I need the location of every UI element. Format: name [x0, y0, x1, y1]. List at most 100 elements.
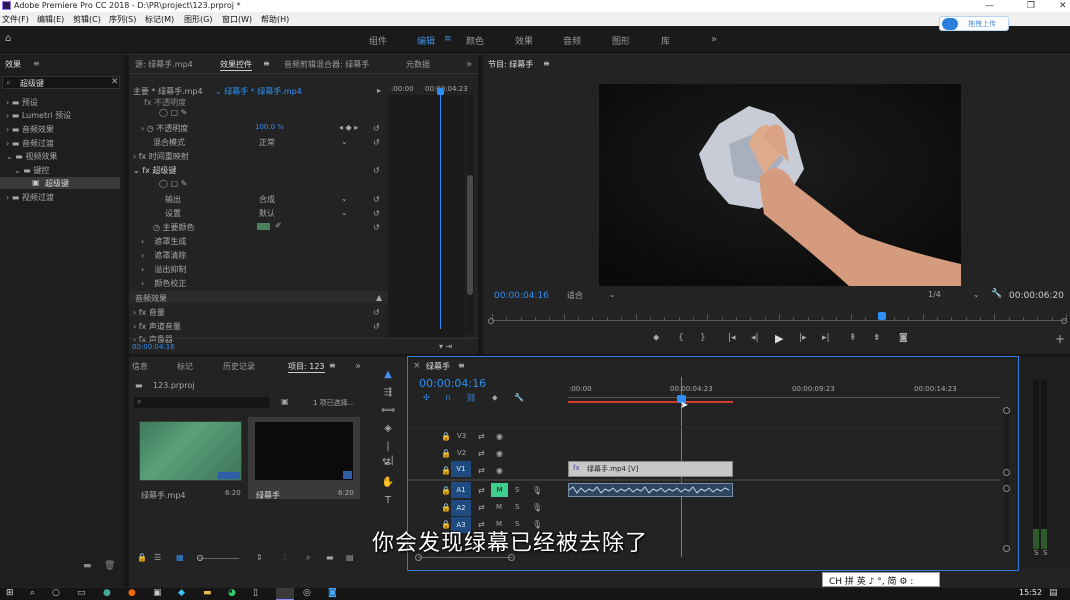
- more-tabs-icon[interactable]: »: [466, 59, 472, 70]
- tab-project[interactable]: 项目: 123: [288, 361, 325, 373]
- linked-selection-icon[interactable]: ⛓: [466, 393, 476, 402]
- reset-icon[interactable]: ↺: [373, 138, 380, 147]
- go-to-in-icon[interactable]: |◂: [728, 333, 736, 343]
- blend-mode-select[interactable]: 正常 ⌄: [259, 137, 349, 148]
- lock-icon[interactable]: 🔒: [137, 553, 147, 562]
- workspace-editing[interactable]: 编辑: [417, 34, 435, 47]
- play-only-icon[interactable]: ▸: [377, 86, 381, 95]
- reset-icon[interactable]: ↺: [373, 322, 380, 331]
- find-icon[interactable]: ⌕: [306, 553, 310, 563]
- sync-lock-icon[interactable]: ⇄: [478, 503, 485, 512]
- automate-icon[interactable]: ⫶: [284, 553, 286, 563]
- restore-icon[interactable]: ❐: [1027, 0, 1035, 12]
- scrub-start-handle[interactable]: [488, 318, 494, 324]
- mark-in-icon[interactable]: {: [678, 333, 684, 343]
- close-icon[interactable]: ✕: [1059, 0, 1067, 12]
- tree-ultra-key-selected[interactable]: ▣ 超级键: [0, 177, 120, 189]
- track-select-icon[interactable]: ⇶: [381, 386, 395, 400]
- video-clip[interactable]: fx 绿幕手.mp4 [V]: [568, 461, 733, 477]
- cortana-icon[interactable]: ○: [52, 588, 60, 598]
- ec-color-correct[interactable]: › 颜色校正: [141, 278, 186, 289]
- reset-icon[interactable]: ↺: [373, 195, 380, 204]
- ellipse-mask-icon[interactable]: ◯ ▢ ✎: [159, 108, 187, 117]
- zoom-slider-handle[interactable]: [197, 555, 203, 561]
- ec-timecode[interactable]: 00:00:04:16: [132, 343, 175, 351]
- snap-icon[interactable]: ∩: [445, 393, 451, 402]
- menu-window[interactable]: 窗口(W): [222, 14, 252, 25]
- tree-audio-transitions[interactable]: › ▬ 音频过渡: [6, 138, 54, 149]
- type-tool-icon[interactable]: T: [381, 494, 395, 508]
- scrub-end-handle[interactable]: [1061, 318, 1067, 324]
- solo-left-button[interactable]: S: [1034, 549, 1038, 557]
- solo-right-button[interactable]: S: [1043, 549, 1047, 557]
- wechat-icon[interactable]: ◕: [228, 588, 236, 598]
- ime-toolbar[interactable]: CH 拼 英 ♪ °, 简 ⚙ :: [822, 572, 940, 587]
- home-icon[interactable]: ⌂: [5, 33, 11, 44]
- audio-clip[interactable]: [568, 483, 733, 497]
- reset-icon[interactable]: ↺: [373, 124, 380, 133]
- tab-source[interactable]: 源: 绿幕手.mp4: [135, 59, 193, 70]
- opacity-value[interactable]: 100.0 %: [255, 123, 284, 131]
- vscroll-bottom-handle[interactable]: [1003, 545, 1010, 552]
- step-forward-icon[interactable]: |▸: [799, 333, 807, 343]
- tree-video-effects[interactable]: ⌄ ▬ 视频效果: [6, 151, 57, 162]
- ec-volume[interactable]: › fx 音量: [133, 307, 165, 318]
- menu-graphics[interactable]: 图形(G): [184, 14, 212, 25]
- extract-icon[interactable]: ⇟: [873, 333, 881, 343]
- work-area-bar[interactable]: [568, 401, 733, 403]
- resolution-select[interactable]: 1/4 ⌄: [928, 290, 983, 299]
- workspace-assembly[interactable]: 组件: [369, 34, 387, 47]
- key-color-swatch[interactable]: [257, 223, 270, 230]
- delete-icon[interactable]: 🗑: [104, 561, 115, 571]
- output-select[interactable]: 合成 ⌄: [259, 194, 349, 205]
- reset-icon[interactable]: ↺: [373, 308, 380, 317]
- list-view-icon[interactable]: ☰: [154, 553, 161, 562]
- button-editor-icon[interactable]: +: [1055, 332, 1065, 346]
- app4-icon[interactable]: ◙: [328, 588, 337, 598]
- workspace-libraries[interactable]: 库: [661, 34, 670, 47]
- lift-icon[interactable]: ⇞: [849, 333, 857, 343]
- ec-matte-gen[interactable]: › 遮罩生成: [141, 236, 186, 247]
- track-lock-icon[interactable]: 🔒: [441, 432, 451, 441]
- selection-tool-icon[interactable]: ▲: [381, 368, 395, 382]
- ec-playhead[interactable]: [440, 89, 441, 329]
- more-tabs-icon[interactable]: »: [355, 361, 361, 372]
- track-lock-icon[interactable]: 🔒: [441, 503, 451, 512]
- premiere-task-icon[interactable]: [276, 588, 294, 600]
- tree-presets[interactable]: › ▬ 预设: [6, 97, 38, 108]
- step-back-icon[interactable]: ◂|: [751, 333, 759, 343]
- reset-icon[interactable]: ↺: [373, 209, 380, 218]
- play-icon[interactable]: ▶: [775, 332, 783, 345]
- keyframe-nav-icon[interactable]: ◂ ◆ ▸: [339, 123, 358, 132]
- browser-icon[interactable]: ●: [103, 588, 111, 598]
- ec-scroll-thumb[interactable]: [467, 175, 473, 295]
- app2-icon[interactable]: ▯: [253, 588, 258, 598]
- cloud-upload-widget[interactable]: 拖拽上传: [939, 16, 1009, 31]
- tab-audio-mixer[interactable]: 音频剪辑混合器: 绿幕手: [284, 59, 369, 70]
- workspace-color[interactable]: 颜色: [466, 34, 484, 47]
- task-view-icon[interactable]: ▭: [77, 588, 86, 598]
- panel-menu-icon[interactable]: ≡: [33, 59, 40, 68]
- tab-markers[interactable]: 标记: [177, 361, 193, 372]
- track-lock-icon[interactable]: 🔒: [441, 449, 451, 458]
- sort-icon[interactable]: ⇕: [256, 553, 263, 562]
- hand-icon[interactable]: ✋: [381, 476, 395, 490]
- more-workspaces-icon[interactable]: »: [711, 34, 717, 45]
- mic-icon[interactable]: 🎙: [532, 503, 542, 512]
- search-icon[interactable]: ⌕: [30, 588, 35, 598]
- solo-button-a1[interactable]: S: [515, 486, 519, 494]
- menu-marker[interactable]: 标记(M): [145, 14, 174, 25]
- zoom-slider[interactable]: [199, 558, 239, 559]
- reset-icon[interactable]: ↺: [373, 223, 380, 232]
- app-icon[interactable]: ◆: [178, 588, 185, 598]
- track-a2-target[interactable]: A2: [451, 500, 471, 516]
- item-name-1[interactable]: 绿幕手: [256, 490, 280, 501]
- thumb-sequence[interactable]: [254, 421, 354, 481]
- ripple-edit-icon[interactable]: ⟺: [381, 404, 395, 418]
- app3-icon[interactable]: ◎: [303, 588, 311, 598]
- mute-button-a1[interactable]: M: [491, 483, 508, 497]
- track-lock-icon[interactable]: 🔒: [441, 486, 451, 495]
- thumb-greenscreen-clip[interactable]: [139, 421, 242, 481]
- icon-view-icon[interactable]: ▦: [176, 553, 184, 562]
- timeline-zoom-bar[interactable]: [418, 557, 513, 558]
